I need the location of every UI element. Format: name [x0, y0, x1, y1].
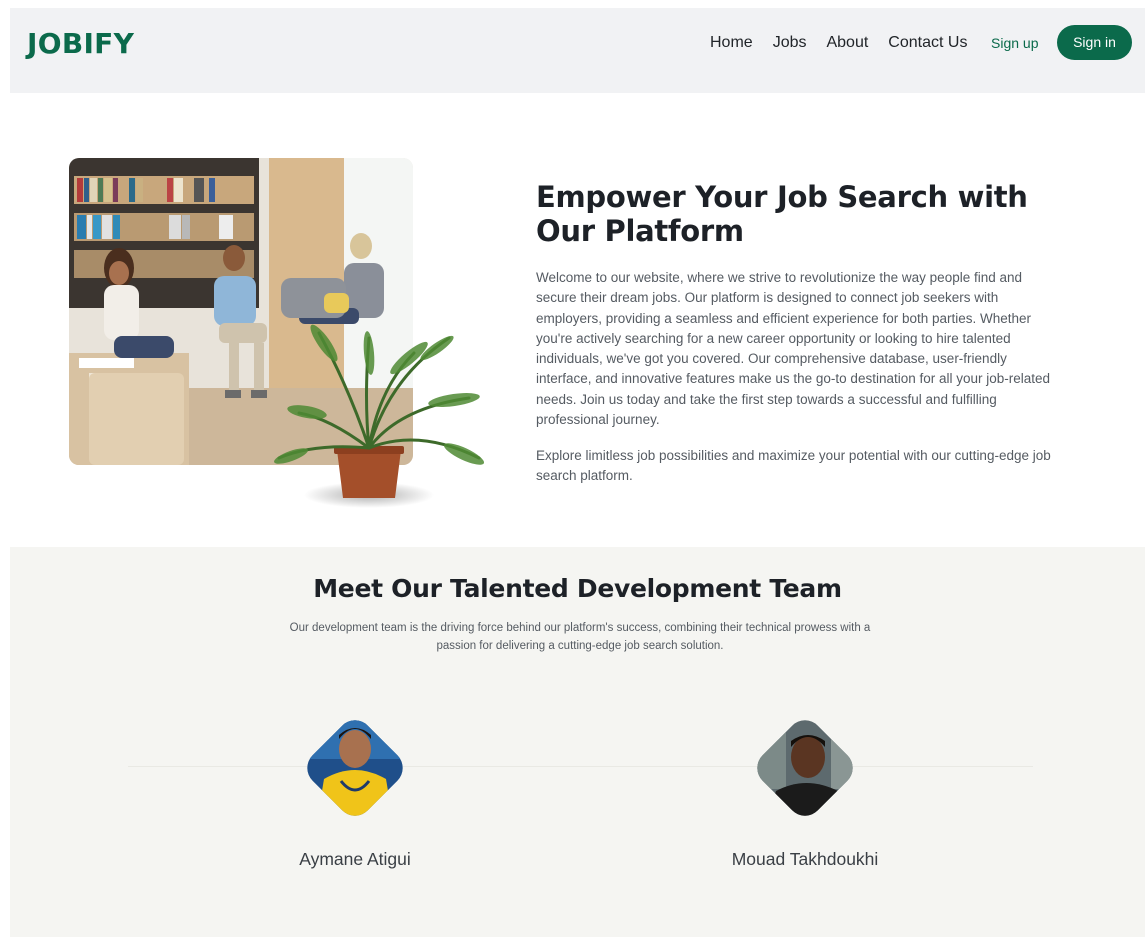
nav-links: Home Jobs About Contact Us — [710, 34, 987, 52]
sign-up-link[interactable]: Sign up — [991, 35, 1038, 51]
avatar-aymane — [299, 712, 411, 824]
office-team-photo — [69, 158, 485, 508]
brand-logo[interactable]: JOBIFY — [27, 27, 134, 60]
team-member-name: Aymane Atigui — [299, 849, 411, 869]
navbar: JOBIFY Home Jobs About Contact Us Sign u… — [10, 8, 1145, 93]
team-member-card: Mouad Takhdoukhi — [695, 709, 915, 870]
avatar-mouad — [749, 712, 861, 824]
hero-paragraph-intro: Welcome to our website, where we strive … — [536, 270, 1051, 428]
team-subtitle: Our development team is the driving forc… — [289, 622, 871, 652]
nav-link-contact[interactable]: Contact Us — [888, 34, 967, 52]
nav-link-about[interactable]: About — [826, 34, 868, 52]
team-section: Meet Our Talented Development Team Our d… — [10, 547, 1145, 937]
sign-in-button[interactable]: Sign in — [1057, 25, 1132, 60]
nav-link-home[interactable]: Home — [710, 34, 753, 52]
hero-paragraph-explore: Explore limitless job possibilities and … — [536, 448, 1051, 484]
team-member-card: Aymane Atigui — [245, 709, 465, 870]
team-title: Meet Our Talented Development Team — [313, 574, 842, 603]
team-member-name: Mouad Takhdoukhi — [731, 849, 879, 869]
nav-link-jobs[interactable]: Jobs — [773, 34, 807, 52]
hero-title: Empower Your Job Search with Our Platfor… — [536, 180, 1028, 248]
